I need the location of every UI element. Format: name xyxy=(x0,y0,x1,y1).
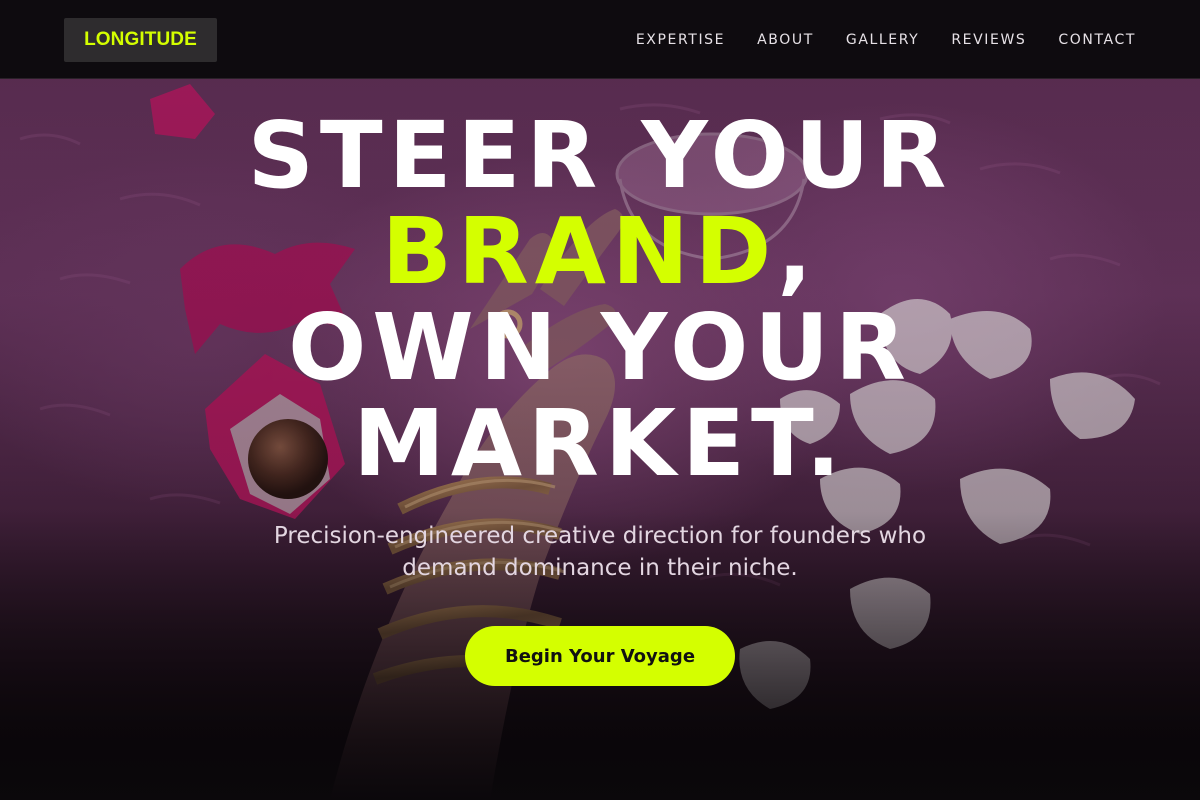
hero-subtitle: Precision-engineered creative direction … xyxy=(273,523,927,581)
headline-line-4: MARKET. xyxy=(353,390,847,497)
nav-link-contact[interactable]: CONTACT xyxy=(1058,30,1136,50)
nav-link-reviews[interactable]: REVIEWS xyxy=(951,30,1026,50)
main-nav: EXPERTISE ABOUT GALLERY REVIEWS CONTACT xyxy=(636,30,1136,50)
hero-headline: STEER YOUR BRAND, OWN YOUR MARKET. xyxy=(0,108,1200,492)
headline-accent-word: BRAND xyxy=(381,198,778,305)
headline-line-1: STEER YOUR xyxy=(247,102,953,209)
landing-page: LONGITUDE EXPERTISE ABOUT GALLERY REVIEW… xyxy=(0,0,1200,800)
nav-link-about[interactable]: ABOUT xyxy=(757,30,814,50)
nav-link-expertise[interactable]: EXPERTISE xyxy=(636,30,725,50)
headline-comma: , xyxy=(777,198,819,305)
top-navbar: LONGITUDE EXPERTISE ABOUT GALLERY REVIEW… xyxy=(0,0,1200,79)
headline-line-2: BRAND, xyxy=(0,204,1200,300)
nav-link-gallery[interactable]: GALLERY xyxy=(846,30,919,50)
logo[interactable]: LONGITUDE xyxy=(64,18,217,62)
headline-line-3: OWN YOUR xyxy=(288,294,912,401)
begin-voyage-button[interactable]: Begin Your Voyage xyxy=(465,626,735,686)
